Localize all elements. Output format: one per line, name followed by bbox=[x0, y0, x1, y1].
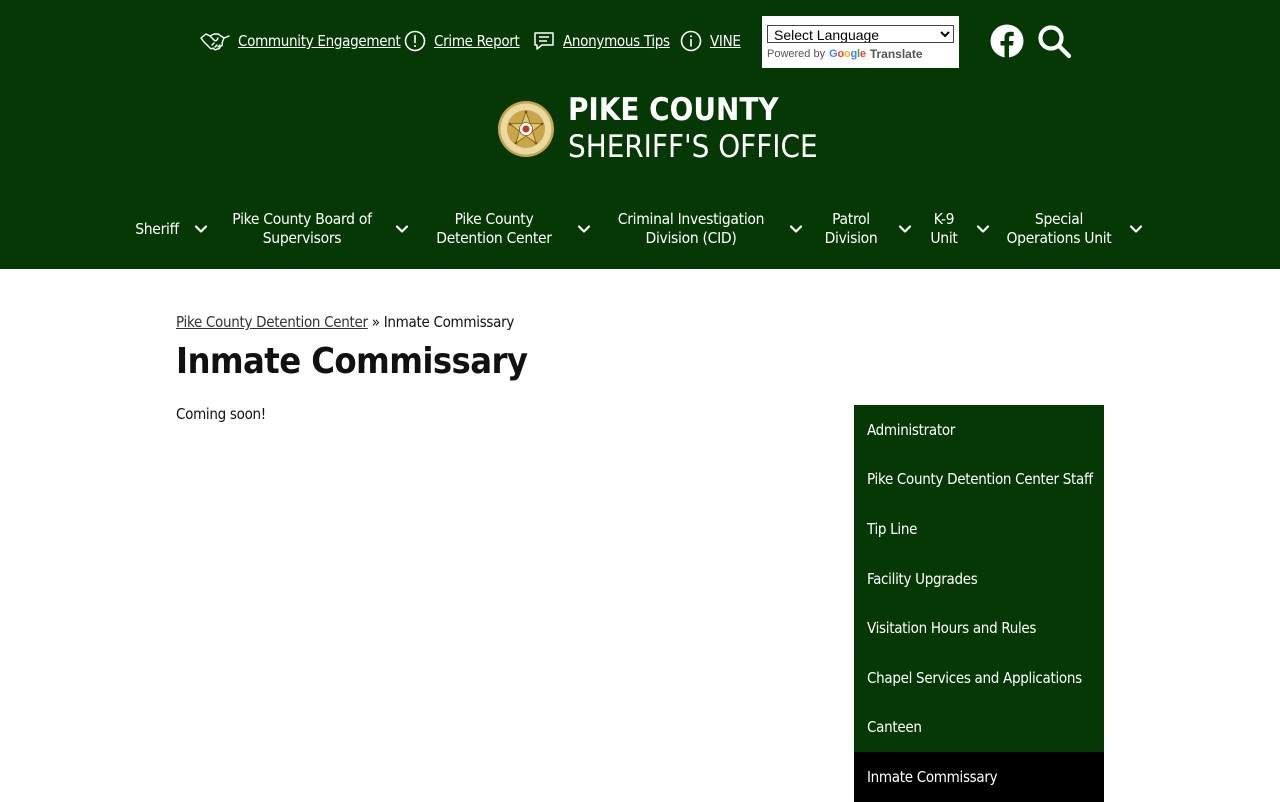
nav-item-board-of-supervisors[interactable]: Pike County Board of Supervisors bbox=[226, 208, 378, 250]
chevron-down-icon[interactable] bbox=[789, 222, 803, 236]
handshake-icon bbox=[200, 33, 230, 51]
nav-item-label: Criminal Investigation Division (CID) bbox=[617, 210, 765, 247]
breadcrumb-parent-link[interactable]: Pike County Detention Center bbox=[176, 313, 368, 331]
powered-by-google: Powered by Google Translate bbox=[767, 47, 954, 61]
google-logo[interactable]: Google bbox=[829, 48, 866, 60]
breadcrumb: Pike County Detention Center » Inmate Co… bbox=[176, 313, 514, 331]
chevron-down-icon[interactable] bbox=[395, 222, 409, 236]
info-icon bbox=[680, 30, 702, 52]
chevron-down-icon[interactable] bbox=[194, 222, 208, 236]
nav-item-label: Patrol Division bbox=[824, 210, 878, 247]
crime-report-label: Crime Report bbox=[434, 32, 520, 50]
sidebar-nav: Administrator Pike County Detention Cent… bbox=[854, 405, 1104, 802]
sidebar-item-label: Inmate Commissary bbox=[867, 767, 998, 786]
site-title-line1: PIKE COUNTY bbox=[568, 92, 779, 128]
breadcrumb-current: Inmate Commissary bbox=[383, 313, 515, 331]
anonymous-tips-label: Anonymous Tips bbox=[563, 32, 670, 50]
powered-by-label: Powered by bbox=[767, 48, 826, 60]
community-engagement-link[interactable]: Community Engagement bbox=[200, 30, 401, 52]
vine-link[interactable]: VINE bbox=[680, 30, 741, 52]
sidebar-item-facility-upgrades[interactable]: Facility Upgrades bbox=[854, 554, 1104, 604]
page-title: Inmate Commissary bbox=[176, 341, 528, 382]
chevron-down-icon[interactable] bbox=[1129, 222, 1143, 236]
sidebar-item-label: Chapel Services and Applications bbox=[867, 668, 1082, 687]
nav-item-label: Special Operations Unit bbox=[1006, 210, 1112, 247]
chevron-down-icon[interactable] bbox=[976, 222, 990, 236]
nav-item-special-operations[interactable]: Special Operations Unit bbox=[1004, 208, 1114, 250]
sidebar-item-label: Facility Upgrades bbox=[867, 569, 978, 588]
nav-item-sheriff[interactable]: Sheriff bbox=[126, 208, 188, 250]
chevron-down-icon[interactable] bbox=[898, 222, 912, 236]
sidebar-item-label: Administrator bbox=[867, 420, 956, 439]
sidebar-item-tip-line[interactable]: Tip Line bbox=[854, 504, 1104, 554]
chat-icon bbox=[534, 32, 554, 50]
nav-item-detention-center[interactable]: Pike County Detention Center bbox=[420, 208, 568, 250]
alert-circle-icon bbox=[404, 30, 426, 52]
sidebar-item-label: Canteen bbox=[867, 718, 922, 737]
sidebar-item-label: Tip Line bbox=[867, 519, 918, 538]
sidebar-item-chapel-services[interactable]: Chapel Services and Applications bbox=[854, 653, 1104, 703]
utility-bar: Community Engagement Crime Report Anonym… bbox=[0, 16, 1280, 68]
community-engagement-label: Community Engagement bbox=[238, 32, 401, 50]
vine-label: VINE bbox=[710, 32, 741, 50]
search-icon bbox=[1038, 25, 1072, 59]
sidebar-item-label: Visitation Hours and Rules bbox=[867, 619, 1037, 638]
anonymous-tips-link[interactable]: Anonymous Tips bbox=[533, 30, 670, 52]
sheriff-badge-logo bbox=[498, 101, 554, 157]
sidebar-item-visitation[interactable]: Visitation Hours and Rules bbox=[854, 603, 1104, 653]
site-title-line2: SHERIFF'S OFFICE bbox=[568, 129, 818, 165]
main-nav: Sheriff Pike County Board of Supervisors… bbox=[0, 208, 1280, 252]
site-brand[interactable]: PIKE COUNTY SHERIFF'S OFFICE bbox=[497, 92, 818, 166]
crime-report-link[interactable]: Crime Report bbox=[404, 30, 520, 52]
nav-item-label: Pike County Board of Supervisors bbox=[232, 210, 372, 247]
nav-item-label: Pike County Detention Center bbox=[436, 210, 552, 247]
nav-item-k9-unit[interactable]: K-9 Unit bbox=[924, 208, 964, 250]
chevron-down-icon[interactable] bbox=[577, 222, 591, 236]
page-body-text: Coming soon! bbox=[176, 405, 266, 423]
facebook-link[interactable] bbox=[990, 24, 1024, 62]
search-button[interactable] bbox=[1037, 24, 1073, 64]
sidebar-item-inmate-commissary[interactable]: Inmate Commissary bbox=[854, 752, 1104, 802]
facebook-icon bbox=[990, 24, 1024, 58]
nav-item-patrol-division[interactable]: Patrol Division bbox=[817, 208, 885, 250]
sidebar-item-label: Pike County Detention Center Staff bbox=[867, 470, 1093, 489]
translate-link[interactable]: Translate bbox=[870, 47, 923, 61]
sidebar-item-detention-center-staff[interactable]: Pike County Detention Center Staff bbox=[854, 455, 1104, 505]
nav-item-cid[interactable]: Criminal Investigation Division (CID) bbox=[612, 208, 770, 250]
language-select[interactable]: Select Language bbox=[767, 25, 954, 43]
sidebar-item-canteen[interactable]: Canteen bbox=[854, 703, 1104, 753]
sidebar-item-administrator[interactable]: Administrator bbox=[854, 405, 1104, 455]
nav-item-label: K-9 Unit bbox=[930, 210, 958, 247]
breadcrumb-separator: » bbox=[371, 313, 380, 331]
nav-item-label: Sheriff bbox=[135, 219, 179, 238]
google-translate-widget: Select Language Powered by Google Transl… bbox=[762, 16, 959, 68]
site-header: Community Engagement Crime Report Anonym… bbox=[0, 0, 1280, 269]
site-title: PIKE COUNTY SHERIFF'S OFFICE bbox=[568, 92, 818, 166]
